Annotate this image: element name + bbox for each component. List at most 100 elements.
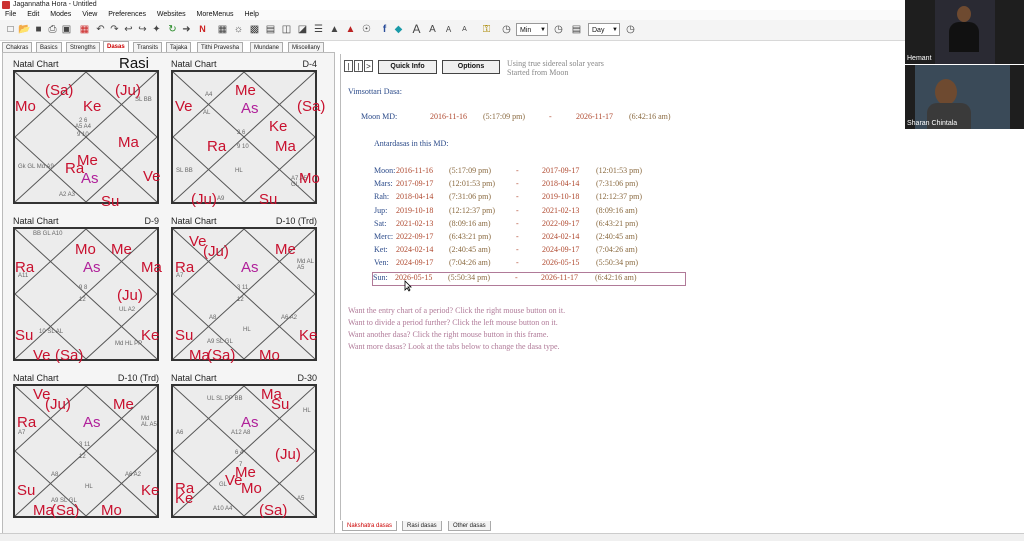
quick-info-button[interactable]: Quick Info	[378, 60, 437, 74]
arudha-pada: UL A2	[119, 307, 136, 313]
tab-nakshatra-dasas[interactable]: Nakshatra dasas	[342, 521, 398, 531]
first-period-button[interactable]: |	[344, 60, 353, 72]
planet-label: Me	[275, 241, 296, 258]
calendar-icon[interactable]: ▤	[570, 23, 583, 36]
antardasa-row[interactable]: Mars: 2017-09-17 (12:01:53 pm) - 2018-04-14 (…	[374, 179, 714, 191]
step-icon[interactable]: ◷	[552, 23, 565, 36]
print-icon[interactable]: ⎙	[46, 23, 59, 36]
font-tiny-icon[interactable]: A	[458, 23, 471, 36]
d9-chart[interactable]: Natal Chart D-9 BB GL A10 A11 9 8 12 UL …	[13, 216, 162, 363]
antardasa-row[interactable]: Sun: 2026-05-15 (5:50:34 pm) -2026-11-17 (6:…	[372, 271, 686, 286]
sun-icon[interactable]: ☼	[232, 23, 245, 36]
chart-header: Natal Chart D-10 (Trd)	[13, 373, 161, 383]
antardasa-row[interactable]: Merc: 2022-09-17 (6:43:21 pm) - 2024-02-14 (2…	[374, 232, 714, 244]
tab-other-dasas[interactable]: Other dasas	[448, 521, 491, 531]
menu-view[interactable]: View	[82, 11, 97, 18]
undo-icon[interactable]: ↩	[122, 23, 135, 36]
tab-rasi-dasas[interactable]: Rasi dasas	[402, 521, 442, 531]
font-large-icon[interactable]: A	[410, 23, 423, 36]
antardasa-row[interactable]: Ven: 2024-09-17 (7:04:26 am) - 2026-05-15 (5:…	[374, 258, 714, 270]
antardasa-row[interactable]: Rah: 2018-04-14 (7:31:06 pm) - 2019-10-18 (12…	[374, 192, 714, 204]
house-number: 6 4	[235, 450, 244, 456]
temple-icon[interactable]: ▲	[344, 23, 357, 36]
planet-label: Me	[111, 241, 132, 258]
open-file-icon[interactable]: 📂	[18, 23, 31, 36]
options-button[interactable]: Options	[442, 60, 500, 74]
dasa-system-title: Vimsottari Dasa:	[348, 87, 402, 96]
tab-strengths[interactable]: Strengths	[66, 42, 100, 52]
menu-preferences[interactable]: Preferences	[108, 11, 146, 18]
menu-websites[interactable]: Websites	[157, 11, 186, 18]
menu-edit[interactable]: Edit	[27, 11, 39, 18]
antardasa-row[interactable]: Jup: 2019-10-18 (12:12:37 pm) - 2021-02-13 (8…	[374, 206, 714, 218]
antardasa-row[interactable]: Sat: 2021-02-13 (8:09:16 am) - 2022-09-17 (6:…	[374, 219, 714, 231]
book-icon[interactable]: ☰	[312, 23, 325, 36]
dasa-note-2: Started from Moon	[507, 68, 569, 77]
d4-chart[interactable]: Natal Chart D-4 A4 AL 2 6 9 10 HL SL BB …	[171, 59, 325, 207]
chart-color-icon[interactable]: ▦	[78, 23, 91, 36]
previous-period-button[interactable]: |	[354, 60, 363, 72]
d10-chart-2[interactable]: Natal Chart D-10 (Trd) A7 Md AL A5 3 11 …	[13, 373, 161, 519]
next-period-button[interactable]: >	[364, 60, 373, 72]
time-forward-icon[interactable]: ↷	[108, 23, 121, 36]
antardasa-dash: -	[516, 179, 519, 189]
dasa-panel[interactable]: | | > Quick Info Options Using true side…	[340, 54, 904, 520]
video-tile-hemant: Hemant	[905, 0, 1024, 64]
tab-basics[interactable]: Basics	[36, 42, 62, 52]
d10-chart[interactable]: Natal Chart D-10 (Trd) A7 Md AL A5 3 11 …	[171, 216, 319, 363]
antardasa-end-date: 2021-02-13	[542, 205, 580, 215]
menu-modes[interactable]: Modes	[50, 11, 71, 18]
twitter-icon[interactable]: ◆	[392, 23, 405, 36]
antardasa-row[interactable]: Ket: 2024-02-14 (2:40:45 am) - 2024-09-17 (7:…	[374, 245, 714, 257]
d30-chart[interactable]: Natal Chart D-30 UL SL PP BB A6 A12 A8 H…	[171, 373, 319, 519]
antardasa-end-date: 2024-02-14	[542, 232, 580, 241]
transit-icon[interactable]: ↻	[166, 23, 179, 36]
tab-tajaka[interactable]: Tajaka	[166, 42, 192, 52]
antardasa-start-date: 2024-02-14	[396, 245, 434, 255]
planet-label: Ke	[299, 327, 318, 344]
font-medium-icon[interactable]: A	[426, 23, 439, 36]
save-icon[interactable]: ■	[32, 23, 45, 36]
tab-dasas[interactable]: Dasas	[103, 41, 129, 52]
avatar	[957, 6, 971, 22]
grid-icon[interactable]: ▦	[216, 23, 229, 36]
font-small-icon[interactable]: A	[442, 23, 455, 36]
chart-lines	[15, 386, 157, 516]
time-unit-select[interactable]: Min ▼	[516, 23, 548, 36]
planet-label: Ra	[15, 259, 35, 276]
antardasa-row[interactable]: Moon: 2016-11-16 (5:17:09 pm) - 2017-09-17 (1…	[374, 166, 714, 178]
time-back-icon[interactable]: ↶	[94, 23, 107, 36]
tab-miscellany[interactable]: Miscellany	[288, 42, 325, 52]
redo-icon[interactable]: ↪	[136, 23, 149, 36]
menu-file[interactable]: File	[5, 11, 16, 18]
hora-lagna: HL	[235, 168, 243, 174]
people-icon[interactable]: ☉	[360, 23, 373, 36]
chart-icon[interactable]: ▲	[328, 23, 341, 36]
day-unit-select[interactable]: Day ▼	[588, 23, 620, 36]
compass-icon[interactable]: ✦	[150, 23, 163, 36]
menu-moremenus[interactable]: MoreMenus	[197, 11, 234, 18]
tab-mundane[interactable]: Mundane	[250, 42, 284, 52]
md-end-date: 2026-11-17	[576, 112, 614, 121]
special-lagna: Md AL A5	[141, 416, 157, 428]
facebook-icon[interactable]: f	[378, 23, 391, 36]
time-icon[interactable]: ◷	[500, 23, 513, 36]
tab-chakras[interactable]: Chakras	[2, 42, 33, 52]
step-forward-icon[interactable]: ◷	[624, 23, 637, 36]
hint-3: Want another dasa? Click the right mouse…	[348, 330, 549, 339]
north-icon[interactable]: N	[196, 23, 209, 36]
menu-help[interactable]: Help	[244, 11, 258, 18]
layout-icon[interactable]: ◪	[296, 23, 309, 36]
window-icon[interactable]: ▤	[264, 23, 277, 36]
tab-transits[interactable]: Transits	[133, 42, 163, 52]
new-file-icon[interactable]: □	[4, 23, 17, 36]
arrow-icon[interactable]: ➜	[180, 23, 193, 36]
hora-lagna: HL	[243, 327, 251, 333]
planet-label: Mo	[299, 170, 320, 187]
panel-icon[interactable]: ▩	[248, 23, 261, 36]
rasi-chart[interactable]: Natal Chart 2 6 9 10 SL BB Gk GL Md A9 A…	[13, 55, 161, 209]
key-icon[interactable]: ⚿	[480, 23, 493, 36]
tab-tithi-pravesha[interactable]: Tithi Pravesha	[197, 42, 244, 52]
columns-icon[interactable]: ◫	[280, 23, 293, 36]
print-preview-icon[interactable]: ▣	[60, 23, 73, 36]
